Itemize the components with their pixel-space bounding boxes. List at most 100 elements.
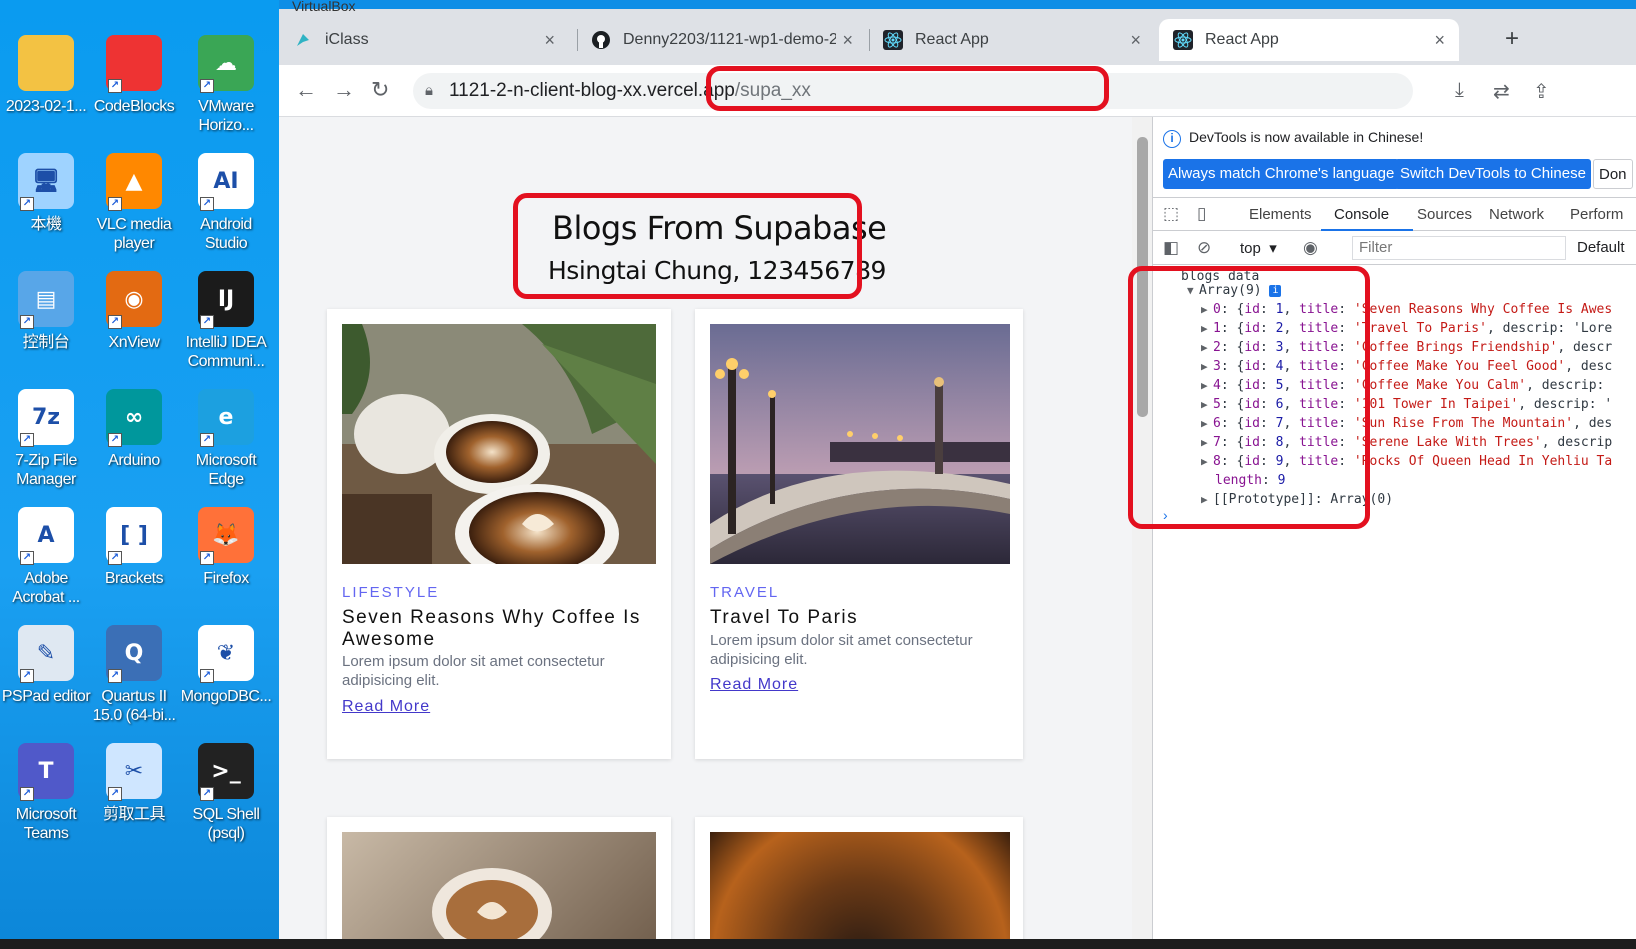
desktop-icon[interactable]: 2023-02-1... <box>0 35 92 153</box>
forward-arrow-icon[interactable]: → <box>333 77 355 103</box>
desktop-icon[interactable]: [ ] ↗ Brackets <box>88 507 180 625</box>
close-tab-icon[interactable]: × <box>544 30 555 51</box>
close-tab-icon[interactable]: × <box>842 30 853 51</box>
context-selector[interactable]: top ▾ <box>1240 239 1277 257</box>
desktop-icon[interactable]: ▲ ↗ VLC media player <box>88 153 180 271</box>
array-entry-row[interactable]: ▶ 8: {id: 9, title: 'Rocks Of Queen Head … <box>1153 452 1636 471</box>
card-category: LIFESTYLE <box>342 584 440 601</box>
desktop-icon[interactable]: ∞ ↗ Arduino <box>88 389 180 507</box>
desktop-icon[interactable]: e ↗ Microsoft Edge <box>180 389 272 507</box>
tab-console[interactable]: Console <box>1334 206 1389 223</box>
expand-triangle-icon[interactable]: ▶ <box>1201 338 1213 357</box>
shortcut-arrow-icon: ↗ <box>20 669 34 683</box>
desktop-icon[interactable]: AI ↗ Android Studio <box>180 153 272 271</box>
switch-to-chinese-button[interactable]: Switch DevTools to Chinese <box>1395 159 1591 189</box>
desktop-icon[interactable]: ▤ ↗ 控制台 <box>0 271 92 389</box>
eye-icon[interactable]: ◉ <box>1303 238 1318 258</box>
desktop-icon[interactable]: ❦ ↗ MongoDBC... <box>180 625 272 743</box>
desktop-icon[interactable]: >_ ↗ SQL Shell (psql) <box>180 743 272 861</box>
entry-title: 'Rocks Of Queen Head In Yehliu Ta <box>1353 454 1613 469</box>
expand-triangle-icon[interactable]: ▶ <box>1201 452 1213 471</box>
url-text[interactable]: 1121-2-n-client-blog-xx.vercel.app/supa_… <box>449 80 811 102</box>
desktop-icon[interactable]: 🖥 ↗ 本機 <box>0 153 92 271</box>
devtools-panel: i DevTools is now available in Chinese! A… <box>1152 117 1636 939</box>
new-tab-button[interactable]: + <box>1505 25 1519 53</box>
desktop-icon[interactable]: 7z ↗ 7-Zip File Manager <box>0 389 92 507</box>
desktop-icon-label: VMware Horizo... <box>198 98 254 134</box>
expand-triangle-icon[interactable]: ▶ <box>1201 319 1213 338</box>
array-entry-row[interactable]: ▶ 7: {id: 8, title: 'Serene Lake With Tre… <box>1153 433 1636 452</box>
array-entry-row[interactable]: ▶ 5: {id: 6, title: '101 Tower In Taipei'… <box>1153 395 1636 414</box>
console-array-row[interactable]: ▼ Array(9) i <box>1153 281 1636 300</box>
always-match-language-button[interactable]: Always match Chrome's language <box>1163 159 1400 189</box>
tab-sources[interactable]: Sources <box>1417 206 1472 223</box>
close-tab-icon[interactable]: × <box>1434 30 1445 51</box>
entry-tail: , des <box>1573 416 1613 431</box>
prototype-row[interactable]: ▶ [[Prototype]]: Array(0) <box>1153 490 1636 509</box>
read-more-link[interactable]: Read More <box>710 676 798 694</box>
log-levels-dropdown[interactable]: Default <box>1577 239 1625 256</box>
tab-network[interactable]: Network <box>1489 206 1544 223</box>
array-entry-row[interactable]: ▶ 2: {id: 3, title: 'Coffee Brings Friend… <box>1153 338 1636 357</box>
desktop-icon[interactable]: T ↗ Microsoft Teams <box>0 743 92 861</box>
desktop-icon[interactable]: ✎ ↗ PSPad editor <box>0 625 92 743</box>
shortcut-arrow-icon: ↗ <box>20 197 34 211</box>
tab-iclass[interactable]: iClass × <box>279 19 569 61</box>
expand-triangle-icon[interactable]: ▶ <box>1201 300 1213 319</box>
desktop-icon[interactable]: IJ ↗ IntelliJ IDEA Communi... <box>180 271 272 389</box>
array-entry-row[interactable]: ▶ 4: {id: 5, title: 'Coffee Make You Calm… <box>1153 376 1636 395</box>
app-icon: ∞ ↗ <box>106 389 162 447</box>
entry-title: '101 Tower In Taipei' <box>1353 397 1519 412</box>
desktop-icon[interactable]: ✂ ↗ 剪取工具 <box>88 743 180 861</box>
tab-react-app-1[interactable]: React App × <box>869 19 1155 61</box>
entry-index: 5 <box>1213 397 1221 412</box>
scrollbar-thumb[interactable] <box>1137 137 1148 417</box>
shortcut-arrow-icon: ↗ <box>108 315 122 329</box>
reload-icon[interactable]: ↻ <box>371 77 389 103</box>
tab-performance[interactable]: Perform <box>1570 206 1623 223</box>
array-entry-row[interactable]: ▶ 3: {id: 4, title: 'Coffee Make You Feel… <box>1153 357 1636 376</box>
address-bar[interactable]: 🔒︎ 1121-2-n-client-blog-xx.vercel.app/su… <box>413 73 1413 109</box>
expand-triangle-icon[interactable]: ▶ <box>1201 490 1213 509</box>
expand-triangle-icon[interactable]: ▶ <box>1201 433 1213 452</box>
expand-triangle-icon[interactable]: ▶ <box>1201 376 1213 395</box>
device-toolbar-icon[interactable]: ▯ <box>1197 204 1206 224</box>
desktop-icon-label: 剪取工具 <box>102 806 166 823</box>
close-tab-icon[interactable]: × <box>1130 30 1141 51</box>
expand-triangle-icon[interactable]: ▼ <box>1187 281 1199 300</box>
inspect-element-icon[interactable]: ⬚ <box>1163 204 1179 224</box>
blog-card: LIFESTYLE Seven Reasons Why Coffee Is Aw… <box>327 309 671 759</box>
page-scrollbar[interactable] <box>1132 117 1152 939</box>
sidebar-toggle-icon[interactable]: ◧ <box>1163 238 1179 258</box>
length-key: length <box>1215 473 1262 488</box>
array-entry-row[interactable]: ▶ 1: {id: 2, title: 'Travel To Paris', de… <box>1153 319 1636 338</box>
expand-triangle-icon[interactable]: ▶ <box>1201 414 1213 433</box>
desktop-icon[interactable]: ◉ ↗ XnView <box>88 271 180 389</box>
tab-react-app-active[interactable]: React App × <box>1159 19 1459 61</box>
tab-elements[interactable]: Elements <box>1249 206 1312 223</box>
share-icon[interactable]: ⇪ <box>1533 79 1550 104</box>
desktop-icon[interactable]: 🦊 ↗ Firefox <box>180 507 272 625</box>
expand-triangle-icon[interactable]: ▶ <box>1201 395 1213 414</box>
desktop-icon[interactable]: ☁ ↗ VMware Horizo... <box>180 35 272 153</box>
translate-icon[interactable]: ⇄ <box>1493 79 1510 104</box>
back-arrow-icon[interactable]: ← <box>295 77 317 103</box>
console-filter-input[interactable]: Filter <box>1352 236 1566 260</box>
desktop-icon[interactable]: Q ↗ Quartus II 15.0 (64-bi... <box>88 625 180 743</box>
desktop-icon[interactable]: A ↗ Adobe Acrobat ... <box>0 507 92 625</box>
install-app-icon[interactable]: ⤓ <box>1455 79 1464 102</box>
dont-show-again-button[interactable]: Don <box>1593 159 1633 189</box>
desktop-icon[interactable]: ↗ CodeBlocks <box>88 35 180 153</box>
desktop-icon-label: PSPad editor <box>1 688 91 705</box>
read-more-link[interactable]: Read More <box>342 698 430 716</box>
array-entry-row[interactable]: ▶ 6: {id: 7, title: 'Sun Rise From The Mo… <box>1153 414 1636 433</box>
array-entry-row[interactable]: ▶ 0: {id: 1, title: 'Seven Reasons Why Co… <box>1153 300 1636 319</box>
tab-title: iClass <box>325 31 369 48</box>
entry-index: 6 <box>1213 416 1221 431</box>
expand-triangle-icon[interactable]: ▶ <box>1201 357 1213 376</box>
lock-icon[interactable]: 🔒︎ <box>425 82 433 99</box>
console-prompt-icon[interactable]: › <box>1163 507 1168 523</box>
clear-console-icon[interactable]: ⊘ <box>1197 238 1211 258</box>
tab-github[interactable]: Denny2203/1121-wp1-demo-2 × <box>577 19 867 61</box>
shortcut-arrow-icon: ↗ <box>20 315 34 329</box>
